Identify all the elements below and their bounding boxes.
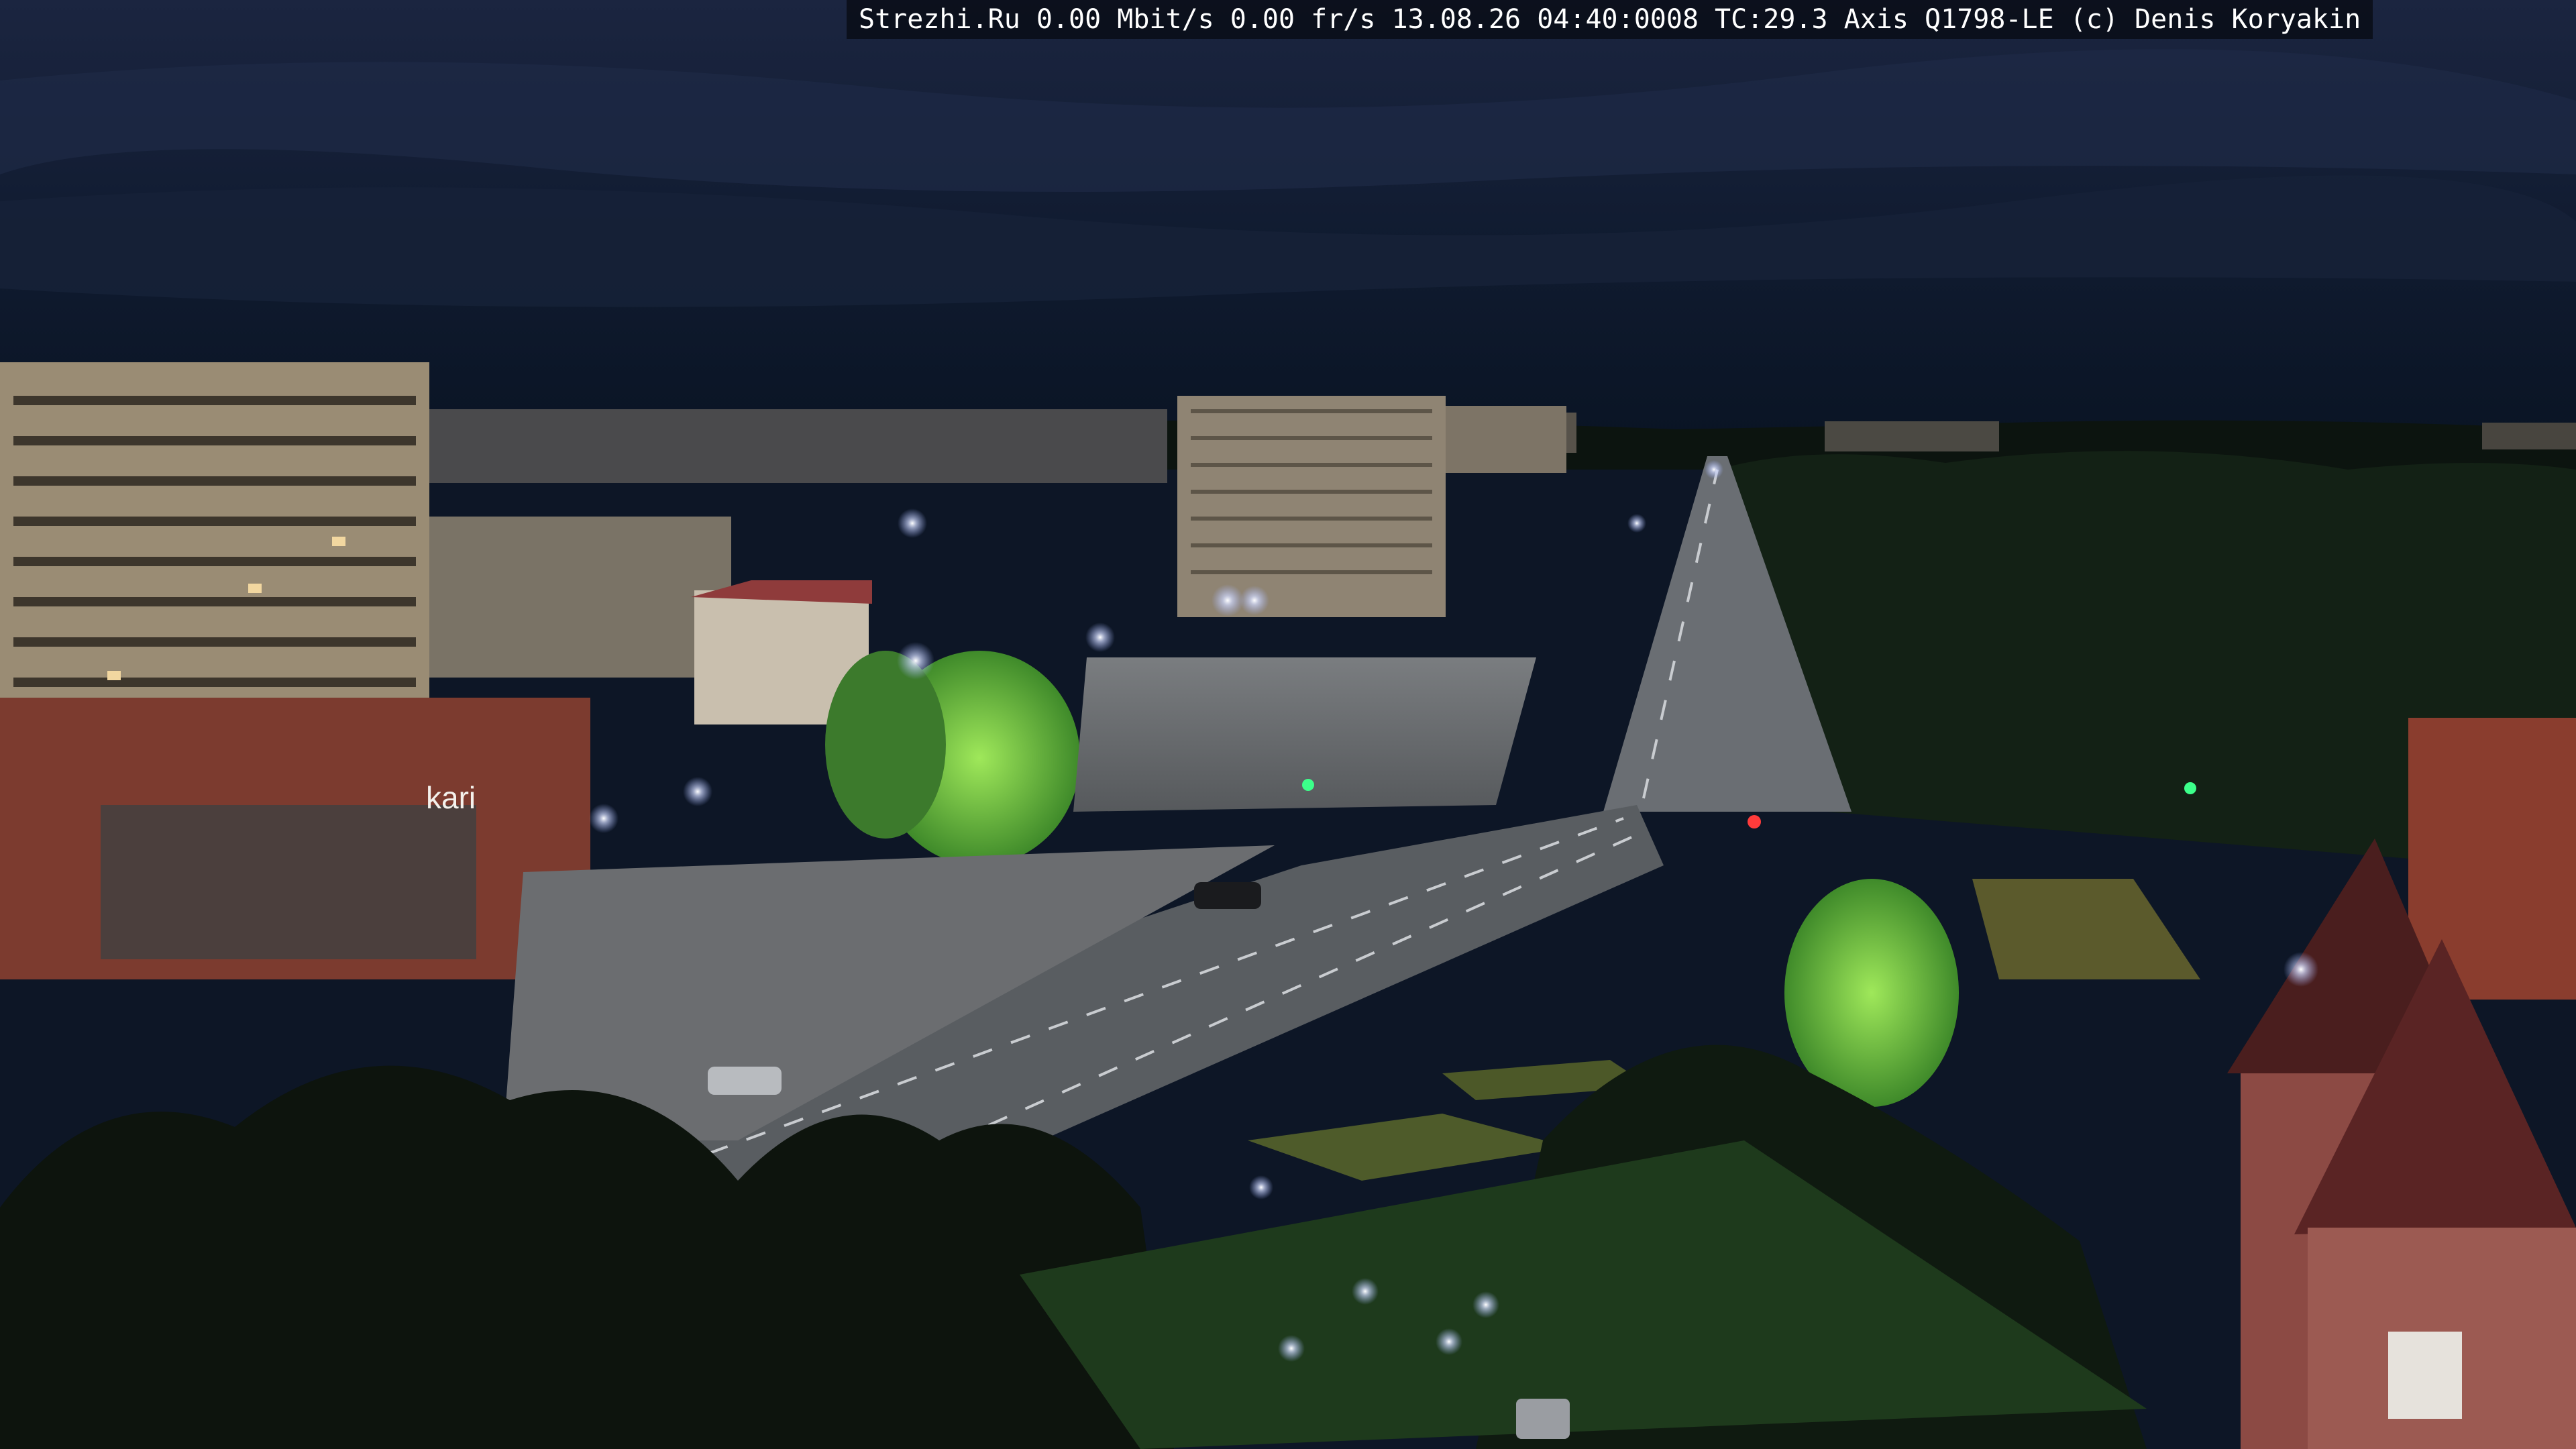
framerate: 0.00 fr/s — [1230, 4, 1376, 35]
far-building — [1825, 421, 1999, 451]
flower-bed — [1248, 1114, 1570, 1181]
traffic-light — [1302, 779, 1314, 791]
street-light — [1472, 1291, 1499, 1318]
street-light — [1240, 586, 1269, 615]
timestamp: 13.08.26 04:40:0008 — [1391, 4, 1699, 35]
street-light — [1705, 460, 1723, 479]
street-light — [589, 804, 619, 833]
mid-left-building — [429, 517, 731, 678]
central-tower-side — [1446, 406, 1566, 473]
site-name: Strezhi.Ru — [859, 4, 1020, 35]
car — [1194, 882, 1261, 909]
copyright: (c) Denis Koryakin — [2070, 4, 2361, 35]
far-building — [2482, 423, 2576, 449]
night-city-scene: kari — [0, 0, 2576, 1449]
shopping-center-front — [101, 805, 476, 959]
tower-window — [2388, 1332, 2462, 1419]
store-sign: kari — [426, 780, 476, 815]
street-light — [1249, 1175, 1273, 1199]
street-light — [683, 777, 712, 806]
far-building — [416, 409, 1167, 483]
street-light — [1278, 1335, 1305, 1362]
traffic-light — [2184, 782, 2196, 794]
street-light — [1627, 514, 1646, 533]
street-light — [897, 642, 934, 680]
webcam-frame: kari Strezhi.Ru 0.00 Mbit/s 0.00 fr/s 13… — [0, 0, 2576, 1449]
central-tower — [1177, 396, 1446, 617]
traffic-light — [1748, 815, 1761, 828]
car — [708, 1067, 782, 1095]
flower-bed — [1972, 879, 2200, 979]
street-light — [1436, 1328, 1462, 1355]
street-light — [1085, 623, 1115, 652]
lit-tree — [825, 651, 946, 839]
bitrate: 0.00 Mbit/s — [1036, 4, 1214, 35]
camera-model: Axis Q1798-LE — [1843, 4, 2054, 35]
car — [1516, 1399, 1570, 1439]
lit-tree — [1784, 879, 1959, 1107]
camera-info-overlay: Strezhi.Ru 0.00 Mbit/s 0.00 fr/s 13.08.2… — [847, 0, 2373, 39]
street-light — [2284, 952, 2318, 987]
street-light — [1212, 584, 1244, 616]
street-light — [1352, 1278, 1379, 1305]
tc-value: TC:29.3 — [1715, 4, 1828, 35]
street-light — [898, 508, 927, 538]
